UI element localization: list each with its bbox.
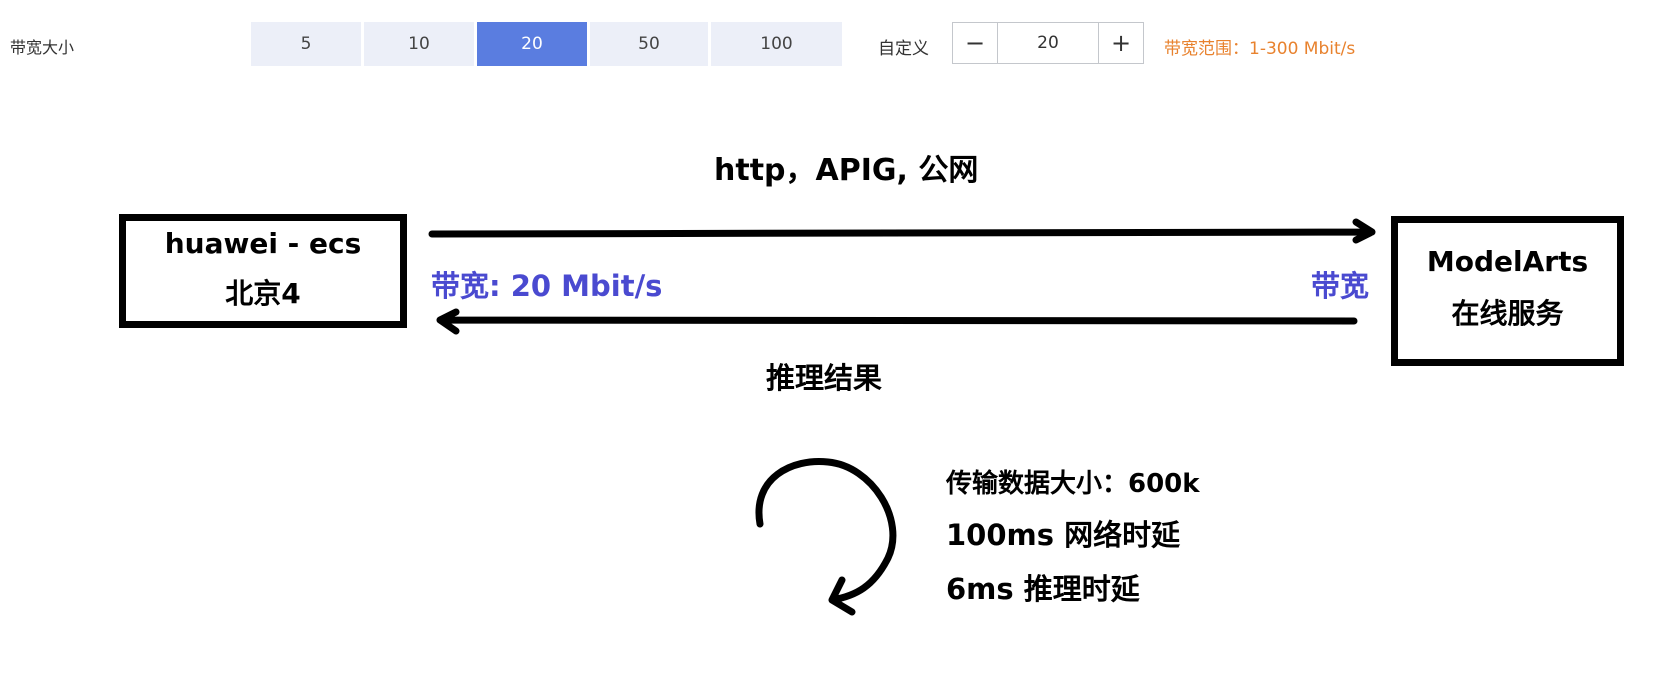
ecs-node-name: huawei - ecs bbox=[164, 227, 362, 260]
bandwidth-option-100[interactable]: 100 bbox=[711, 22, 842, 66]
inference-result-label: 推理结果 bbox=[766, 361, 883, 395]
network-diagram: http，APIG, 公网 huawei - ecs 北京4 ModelArts… bbox=[0, 0, 1671, 683]
ecs-node-region: 北京4 bbox=[225, 276, 301, 310]
bandwidth-option-10[interactable]: 10 bbox=[364, 22, 474, 66]
network-latency-stat: 100ms 网络时延 bbox=[946, 518, 1181, 552]
bandwidth-option-5[interactable]: 5 bbox=[251, 22, 361, 66]
circular-arrow-icon bbox=[755, 458, 897, 616]
bandwidth-value-input[interactable] bbox=[998, 23, 1098, 63]
response-arrow bbox=[436, 308, 1358, 335]
bandwidth-size-label: 带宽大小 bbox=[10, 38, 75, 57]
custom-bandwidth-label: 自定义 bbox=[878, 39, 929, 59]
modelarts-node-name: ModelArts bbox=[1426, 245, 1589, 278]
plus-icon[interactable]: + bbox=[1098, 23, 1143, 63]
latency-stats: 传输数据大小：600k 100ms 网络时延 6ms 推理时延 bbox=[946, 463, 1200, 608]
bandwidth-option-50[interactable]: 50 bbox=[590, 22, 708, 66]
bandwidth-options: 5 10 20 50 100 bbox=[251, 22, 845, 66]
request-arrow bbox=[428, 218, 1376, 244]
modelarts-node: ModelArts 在线服务 bbox=[1391, 216, 1624, 366]
minus-icon[interactable]: − bbox=[953, 23, 998, 63]
modelarts-node-service: 在线服务 bbox=[1451, 296, 1564, 330]
bandwidth-range-hint: 带宽范围：1-300 Mbit/s bbox=[1164, 39, 1356, 59]
inference-latency-stat: 6ms 推理时延 bbox=[946, 572, 1140, 606]
request-protocol-label: http，APIG, 公网 bbox=[714, 153, 979, 188]
bandwidth-stepper: − + bbox=[952, 22, 1144, 64]
ecs-node: huawei - ecs 北京4 bbox=[119, 214, 407, 328]
diagram-arrows bbox=[428, 218, 1376, 616]
bandwidth-right-label: 带宽 bbox=[1311, 269, 1370, 303]
data-size-stat: 传输数据大小：600k bbox=[946, 469, 1200, 499]
bandwidth-option-20[interactable]: 20 bbox=[477, 22, 587, 66]
bandwidth-value-label: 带宽: 20 Mbit/s bbox=[431, 269, 663, 303]
